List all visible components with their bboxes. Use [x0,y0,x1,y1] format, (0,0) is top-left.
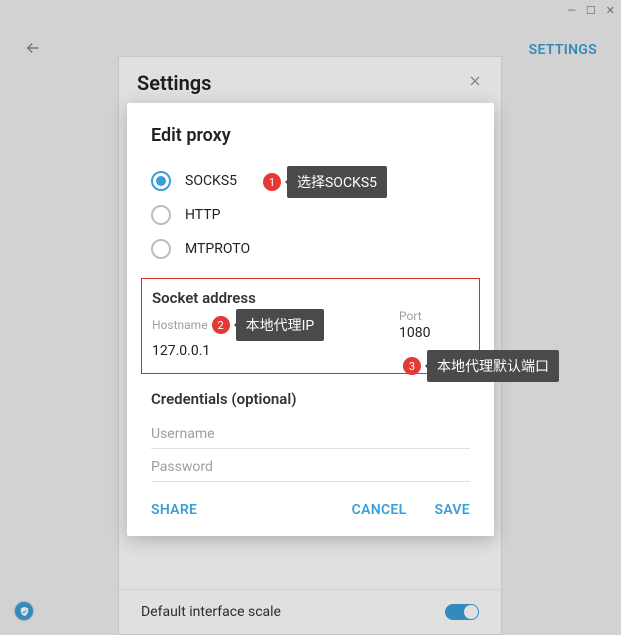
proxy-type-mtproto[interactable]: MTPROTO [151,232,470,266]
port-value: 1080 [399,325,469,341]
password-input[interactable] [151,449,470,482]
hostname-value: 127.0.0.1 [152,343,375,359]
radio-icon [151,239,171,259]
dialog-title: Edit proxy [151,125,470,146]
edit-proxy-dialog: Edit proxy SOCKS5 1 选择SOCKS5 HTTP MTPROT… [127,103,494,536]
hostname-field[interactable]: Hostname 2 本地代理IP 127.0.0.1 [152,309,375,359]
credentials-label: Credentials (optional) [151,390,470,408]
annotation-tip-3: 本地代理默认端口 [427,350,559,382]
radio-icon [151,171,171,191]
hostname-label: Hostname [152,318,208,332]
radio-label: MTPROTO [185,241,250,257]
annotation-badge-2: 2 [212,316,230,334]
proxy-type-socks5[interactable]: SOCKS5 1 选择SOCKS5 [151,164,470,198]
dialog-actions: SHARE CANCEL SAVE [127,482,494,536]
socket-address-label: Socket address [152,289,469,307]
cancel-button[interactable]: CANCEL [352,502,407,518]
annotation-badge-3: 3 [403,357,421,375]
port-label: Port [399,309,469,323]
share-button[interactable]: SHARE [151,502,197,518]
radio-icon [151,205,171,225]
username-input[interactable] [151,416,470,449]
annotation-3: 3 本地代理默认端口 [403,350,559,382]
radio-label: HTTP [185,207,220,223]
annotation-tip-2: 本地代理IP [236,309,325,341]
annotation-badge-1: 1 [263,173,281,191]
radio-label: SOCKS5 [185,173,237,189]
annotation-tip-1: 选择SOCKS5 [287,166,387,198]
proxy-type-http[interactable]: HTTP [151,198,470,232]
save-button[interactable]: SAVE [434,502,470,518]
